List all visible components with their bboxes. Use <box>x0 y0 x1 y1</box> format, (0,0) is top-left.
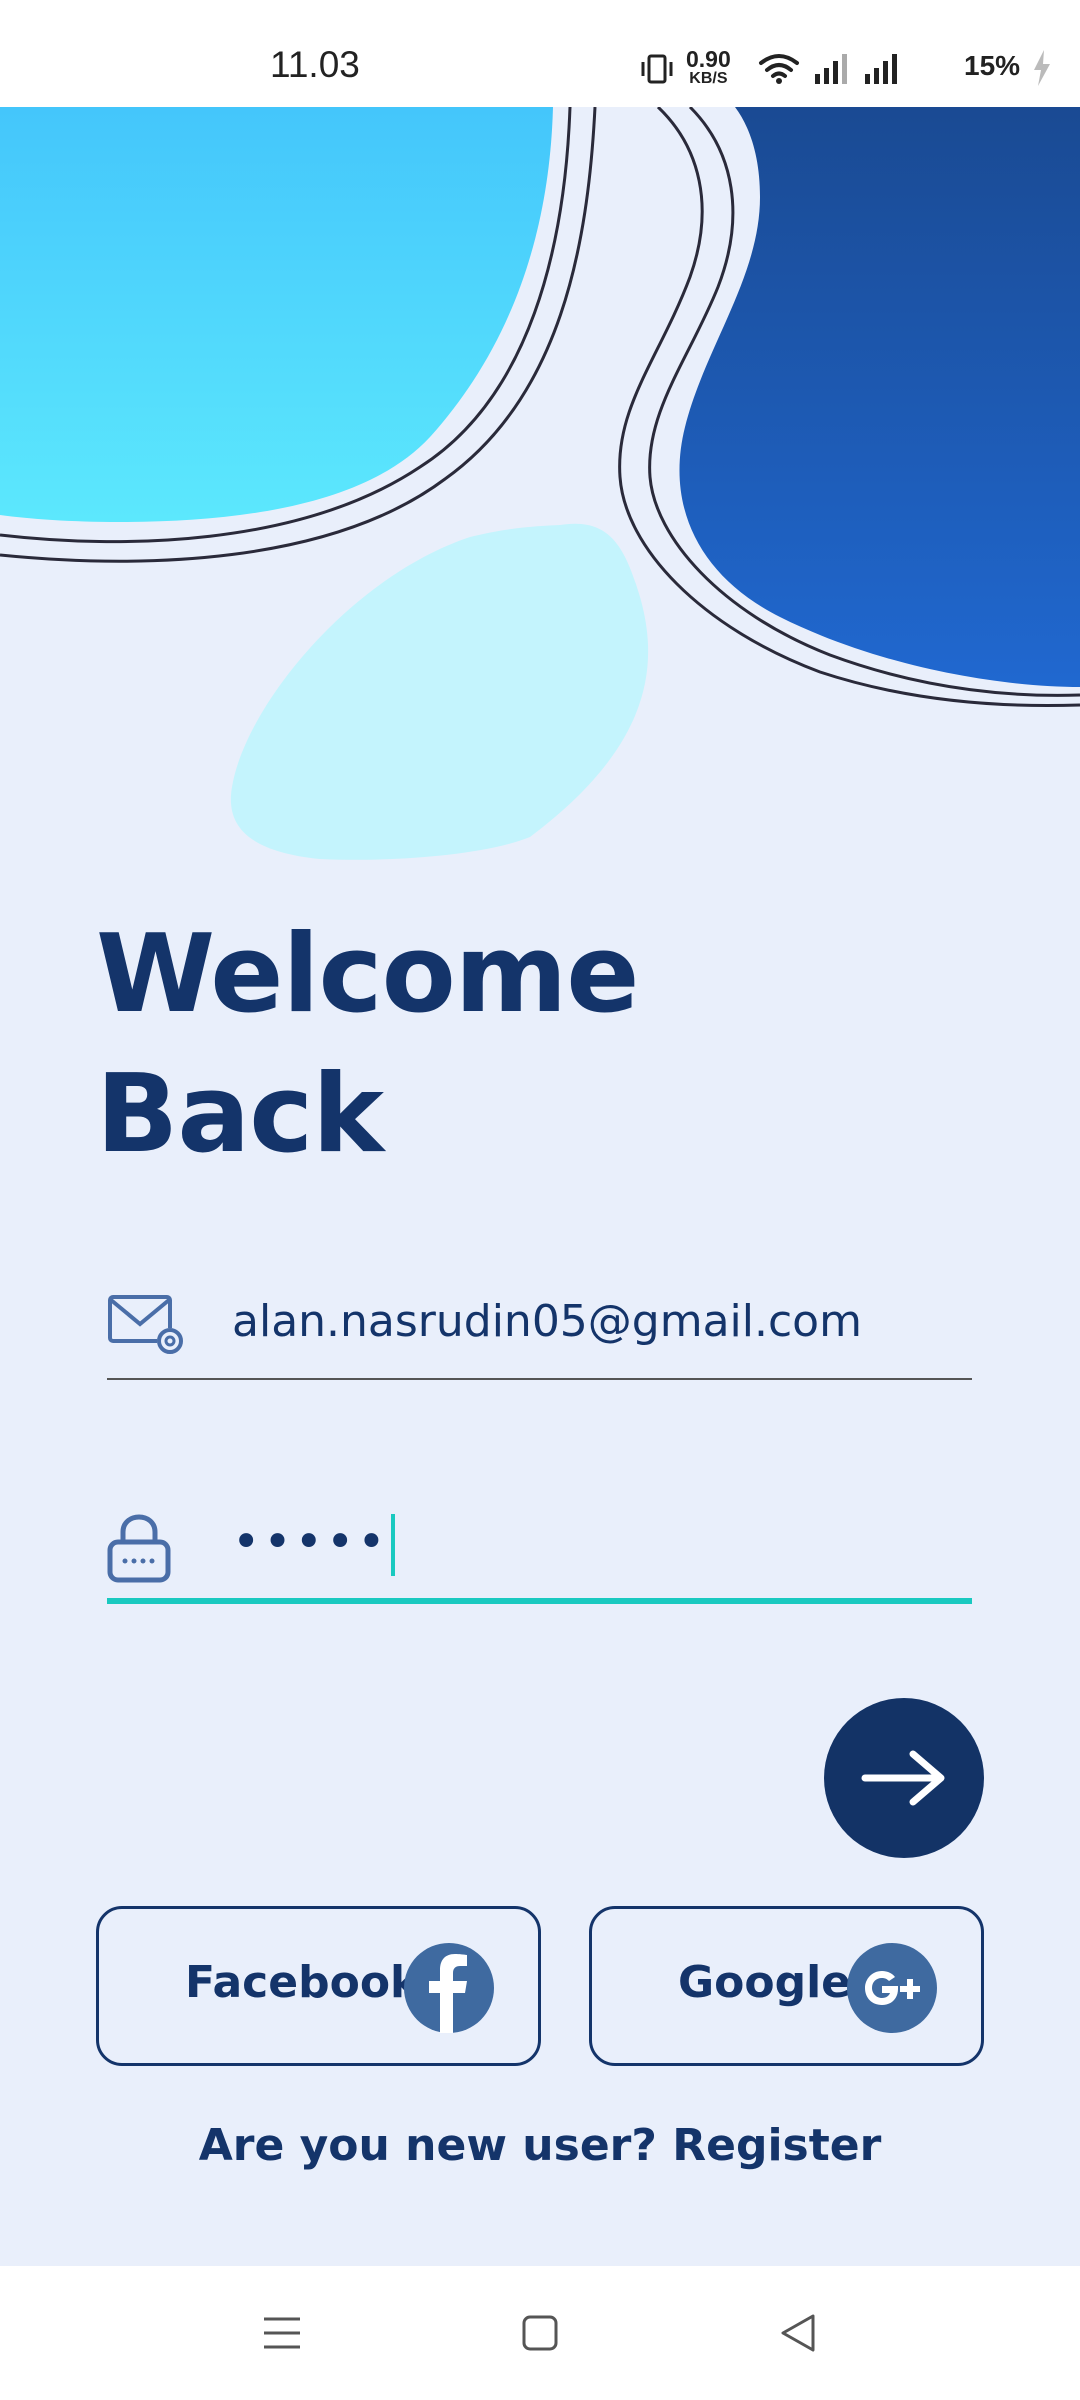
status-icons: 0.90 KB/S 15% <box>640 0 1080 107</box>
signal-icon <box>865 54 897 84</box>
recent-apps-button[interactable] <box>222 2266 342 2400</box>
net-speed-value: 0.90 <box>686 46 731 72</box>
password-masked: ••••• <box>232 1514 389 1570</box>
email-input[interactable]: alan.nasrudin05@gmail.com <box>232 1296 862 1347</box>
battery-percent: 15% <box>964 50 1021 81</box>
navigation-bar <box>0 2266 1080 2400</box>
email-icon <box>108 1295 183 1354</box>
register-link[interactable]: Register <box>672 2120 881 2171</box>
page-title: Welcome Back <box>96 905 640 1185</box>
title-line-1: Welcome <box>96 912 640 1037</box>
email-underline <box>107 1378 972 1380</box>
status-time: 11.03 <box>270 44 360 85</box>
google-plus-icon <box>847 1943 937 2033</box>
wifi-icon <box>759 54 799 84</box>
facebook-login-button[interactable]: Facebook <box>96 1906 541 2066</box>
back-button[interactable] <box>738 2266 858 2400</box>
facebook-icon <box>404 1943 494 2033</box>
home-button[interactable] <box>480 2266 600 2400</box>
home-icon <box>522 2315 558 2351</box>
net-speed-unit: KB/S <box>689 70 728 87</box>
menu-icon <box>264 2317 300 2349</box>
password-field[interactable]: ••••• <box>107 1494 972 1604</box>
google-login-button[interactable]: Google <box>589 1906 984 2066</box>
register-question: Are you new user? <box>198 2120 657 2171</box>
signal-icon <box>815 54 847 84</box>
status-bar: 11.03 0.90 KB/S 15% <box>0 0 1080 107</box>
register-prompt: Are you new user? Register <box>0 2120 1080 2171</box>
arrow-right-icon <box>861 1750 945 1806</box>
facebook-label: Facebook <box>185 1957 420 2008</box>
login-submit-button[interactable] <box>824 1698 984 1858</box>
header-illustration <box>0 107 1080 860</box>
google-label: Google <box>678 1957 851 2008</box>
text-caret <box>390 1514 395 1576</box>
lock-icon <box>107 1514 171 1583</box>
blue-blob <box>679 107 1080 687</box>
title-line-2: Back <box>96 1052 384 1177</box>
password-underline <box>107 1598 972 1604</box>
net-speed: 0.90 KB/S <box>686 48 731 87</box>
password-input[interactable]: ••••• <box>232 1514 395 1576</box>
email-field[interactable]: alan.nasrudin05@gmail.com <box>107 1270 972 1380</box>
pale-blob <box>230 523 649 860</box>
charging-icon <box>1034 50 1050 86</box>
vibrate-icon <box>641 54 673 84</box>
back-icon <box>781 2314 815 2352</box>
